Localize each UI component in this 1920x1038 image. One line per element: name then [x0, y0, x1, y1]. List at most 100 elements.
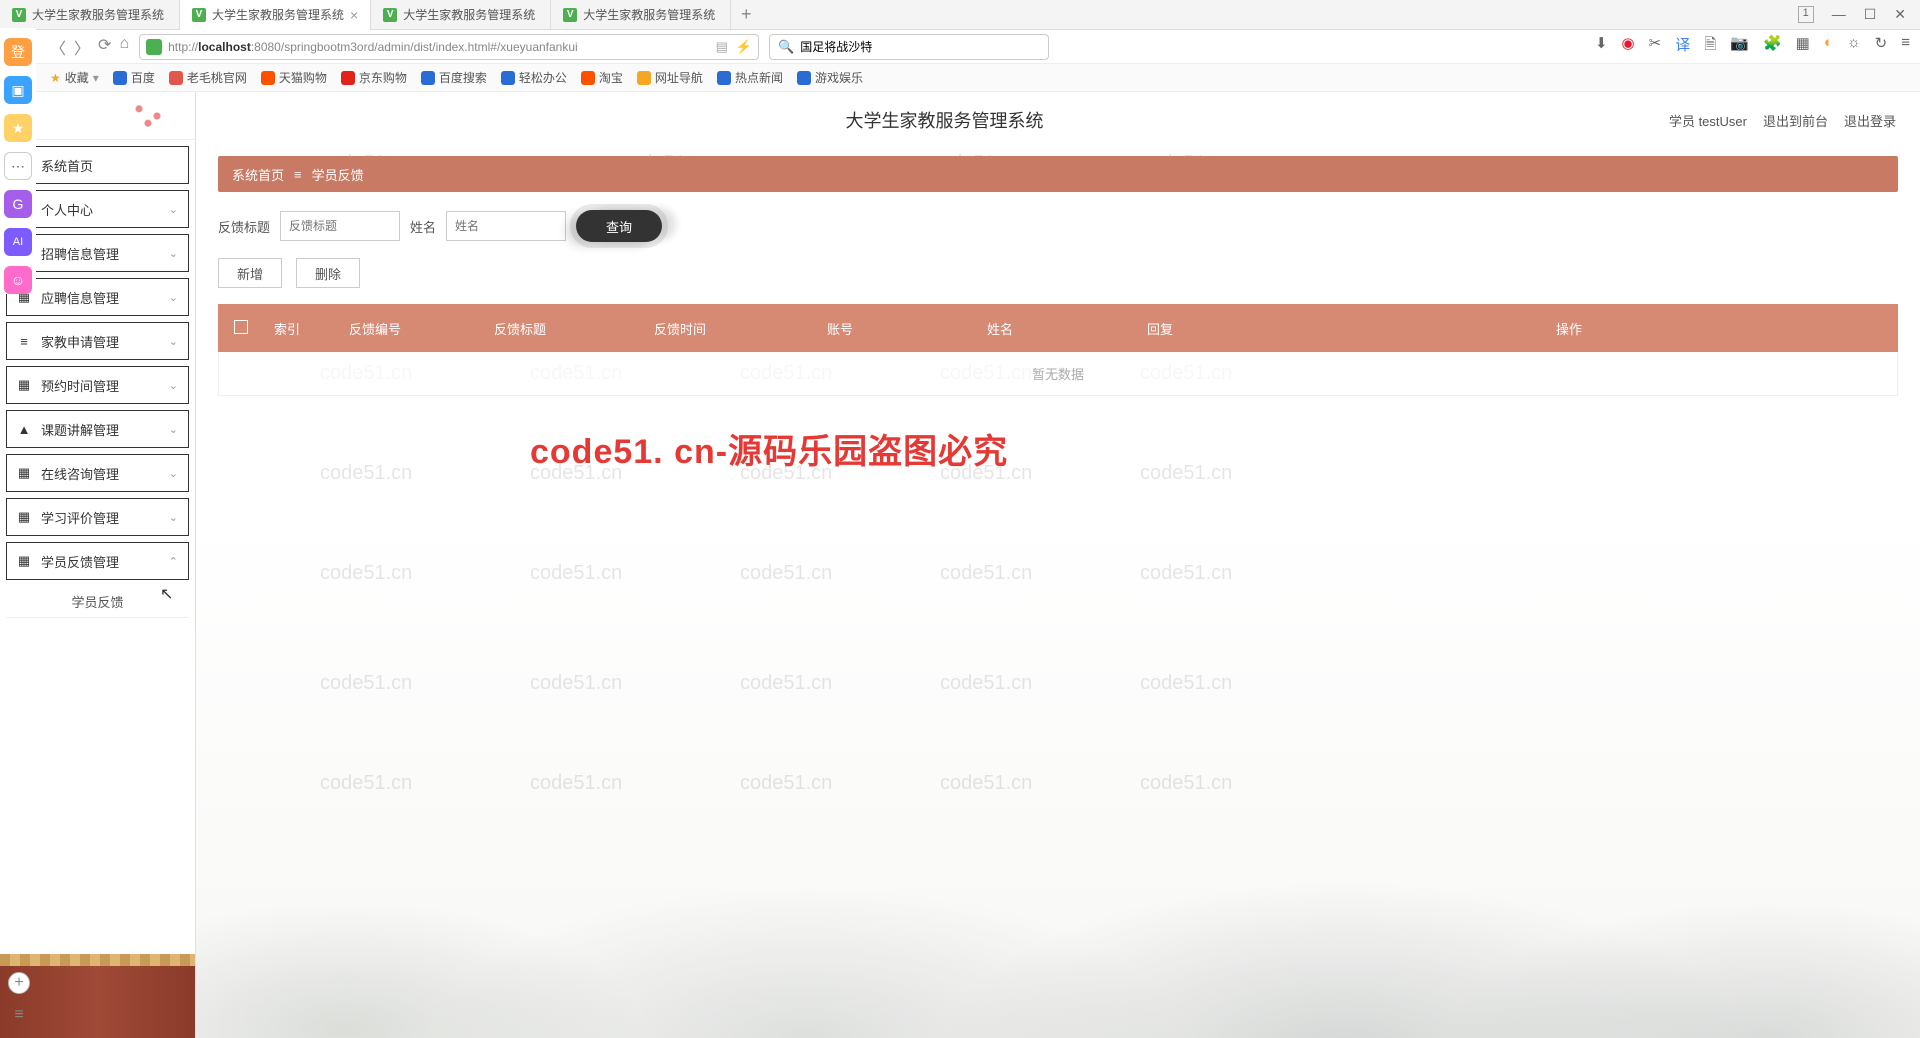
filter-input-title[interactable] [280, 211, 400, 241]
bookmark-item[interactable]: 百度 [113, 69, 155, 86]
dock-icon[interactable]: G [4, 190, 32, 218]
add-button[interactable]: 新增 [218, 258, 282, 288]
th-action[interactable]: 操作 [1240, 319, 1898, 338]
chevron-down-icon: ⌄ [169, 379, 178, 392]
close-icon[interactable]: × [350, 7, 358, 23]
breadcrumb-home[interactable]: 系统首页 [232, 165, 284, 184]
bookmark-item[interactable]: 淘宝 [581, 69, 623, 86]
window-close-icon[interactable]: ✕ [1894, 6, 1906, 23]
nav-reload-icon[interactable]: ⟳ [98, 35, 111, 59]
filter-input-name[interactable] [446, 211, 566, 241]
url-text: http://localhost:8080/springbootm3ord/ad… [168, 40, 716, 54]
delete-button[interactable]: 删除 [296, 258, 360, 288]
side-menu-button[interactable]: ≡ [8, 1004, 30, 1026]
tab-favicon: V [383, 8, 397, 22]
weibo-icon[interactable]: ◉ [1622, 34, 1635, 59]
sun-icon[interactable]: ☼ [1847, 34, 1861, 59]
chevron-down-icon: ⌄ [169, 247, 178, 260]
nav-forward-icon[interactable]: 〉 [74, 35, 90, 59]
site-icon [717, 71, 731, 85]
th-time[interactable]: 反馈时间 [600, 319, 760, 338]
query-button[interactable]: 查询 [576, 210, 662, 242]
chevron-down-icon: ▾ [93, 71, 99, 85]
dock-icon[interactable]: ▣ [4, 76, 32, 104]
new-tab-button[interactable]: + [731, 4, 761, 25]
filter-bar: 反馈标题 姓名 查询 [218, 210, 1898, 242]
history-icon[interactable]: ↻ [1875, 34, 1888, 59]
bookmark-item[interactable]: 轻松办公 [501, 69, 567, 86]
bolt-icon[interactable]: ⚡ [736, 39, 752, 55]
url-input[interactable]: http://localhost:8080/springbootm3ord/ad… [139, 34, 759, 60]
th-name[interactable]: 姓名 [920, 319, 1080, 338]
grid-icon: ▦ [17, 553, 31, 569]
dock-icon[interactable]: 登 [4, 38, 32, 66]
tab-favicon: V [563, 8, 577, 22]
link-logout[interactable]: 退出登录 [1844, 111, 1896, 130]
th-title[interactable]: 反馈标题 [440, 319, 600, 338]
action-bar: 新增 删除 [218, 258, 1898, 288]
dock-icon[interactable]: ⋯ [4, 152, 32, 180]
site-icon [113, 71, 127, 85]
chevron-up-icon: ⌃ [169, 555, 178, 568]
link-frontend[interactable]: 退出到前台 [1763, 111, 1828, 130]
dock-icon[interactable]: ★ [4, 114, 32, 142]
sidebar-item-schedule[interactable]: ▦预约时间管理⌄ [6, 366, 189, 404]
site-icon [501, 71, 515, 85]
chevron-down-icon: ⌄ [169, 291, 178, 304]
window-min-icon[interactable]: — [1832, 6, 1846, 23]
palette-icon[interactable]: ◐ [1824, 34, 1833, 59]
sidebar-item-topic[interactable]: ▲课题讲解管理⌄ [6, 410, 189, 448]
camera-icon[interactable]: 📷 [1730, 34, 1749, 59]
browser-tab[interactable]: V 大学生家教服务管理系统 [0, 0, 180, 30]
apps-icon[interactable]: ▦ [1796, 34, 1810, 59]
browser-tab[interactable]: V大学生家教服务管理系统× [180, 0, 371, 30]
search-input[interactable] [800, 40, 1040, 54]
bookmark-item[interactable]: 老毛桃官网 [169, 69, 247, 86]
tab-favicon: V [12, 8, 26, 22]
nav-back-icon[interactable]: 〈 [50, 35, 66, 59]
bookmark-item[interactable]: 天猫购物 [261, 69, 327, 86]
chevron-down-icon: ⌄ [169, 511, 178, 524]
bookmark-item[interactable]: 游戏娱乐 [797, 69, 863, 86]
sidebar-item-tutor[interactable]: ≡家教申请管理⌄ [6, 322, 189, 360]
browser-tab[interactable]: V大学生家教服务管理系统 [371, 0, 551, 30]
browser-tab[interactable]: V大学生家教服务管理系统 [551, 0, 731, 30]
th-account[interactable]: 账号 [760, 319, 920, 338]
bookmark-item[interactable]: 网址导航 [637, 69, 703, 86]
sidebar-subitem-feedback[interactable]: 学员反馈 [6, 586, 189, 618]
chevron-down-icon: ⌄ [169, 203, 178, 216]
filter-label-name: 姓名 [410, 217, 436, 236]
breadcrumb-current: 学员反馈 [312, 165, 364, 184]
qr-icon[interactable]: ▤ [716, 39, 728, 55]
checkbox-all[interactable] [234, 320, 248, 334]
translate-icon[interactable]: 译 [1675, 34, 1690, 59]
download-icon[interactable]: ⬇ [1595, 34, 1608, 59]
browser-search[interactable]: 🔍 [769, 34, 1049, 60]
menu-icon[interactable]: ≡ [1901, 34, 1910, 59]
dock-icon[interactable]: ☺ [4, 266, 32, 294]
puzzle-icon[interactable]: 🧩 [1763, 34, 1782, 59]
bookmark-item[interactable]: 百度搜索 [421, 69, 487, 86]
tab-title: 大学生家教服务管理系统 [32, 6, 164, 23]
dock-icon[interactable]: AI [4, 228, 32, 256]
star-icon: ★ [50, 71, 61, 85]
bookmark-item[interactable]: 热点新闻 [717, 69, 783, 86]
th-reply[interactable]: 回复 [1080, 319, 1240, 338]
sidebar-item-consult[interactable]: ▦在线咨询管理⌄ [6, 454, 189, 492]
side-add-button[interactable]: + [8, 972, 30, 994]
sidebar-footer-image [0, 962, 195, 1038]
window-max-icon[interactable]: ☐ [1864, 6, 1877, 23]
browser-tabbar: V大学生家教服务管理系统 V大学生家教服务管理系统× V大学生家教服务管理系统 … [0, 0, 1920, 30]
sidebar-item-feedback[interactable]: ▦学员反馈管理⌃ [6, 542, 189, 580]
th-code[interactable]: 反馈编号 [310, 319, 440, 338]
tab-title: 大学生家教服务管理系统 [212, 6, 344, 23]
bookmark-item[interactable]: ★收藏▾ [50, 69, 99, 86]
address-bar: 〈 〉 ⟳ ⌂ http://localhost:8080/springboot… [0, 30, 1920, 64]
nav-home-icon[interactable]: ⌂ [119, 35, 129, 59]
window-controls: 1 — ☐ ✕ [1784, 6, 1920, 23]
th-index[interactable]: 索引 [264, 319, 310, 338]
note-icon[interactable]: 🗎 [1704, 34, 1716, 59]
scissors-icon[interactable]: ✂ [1649, 34, 1662, 59]
bookmark-item[interactable]: 京东购物 [341, 69, 407, 86]
sidebar-item-review[interactable]: ▦学习评价管理⌄ [6, 498, 189, 536]
